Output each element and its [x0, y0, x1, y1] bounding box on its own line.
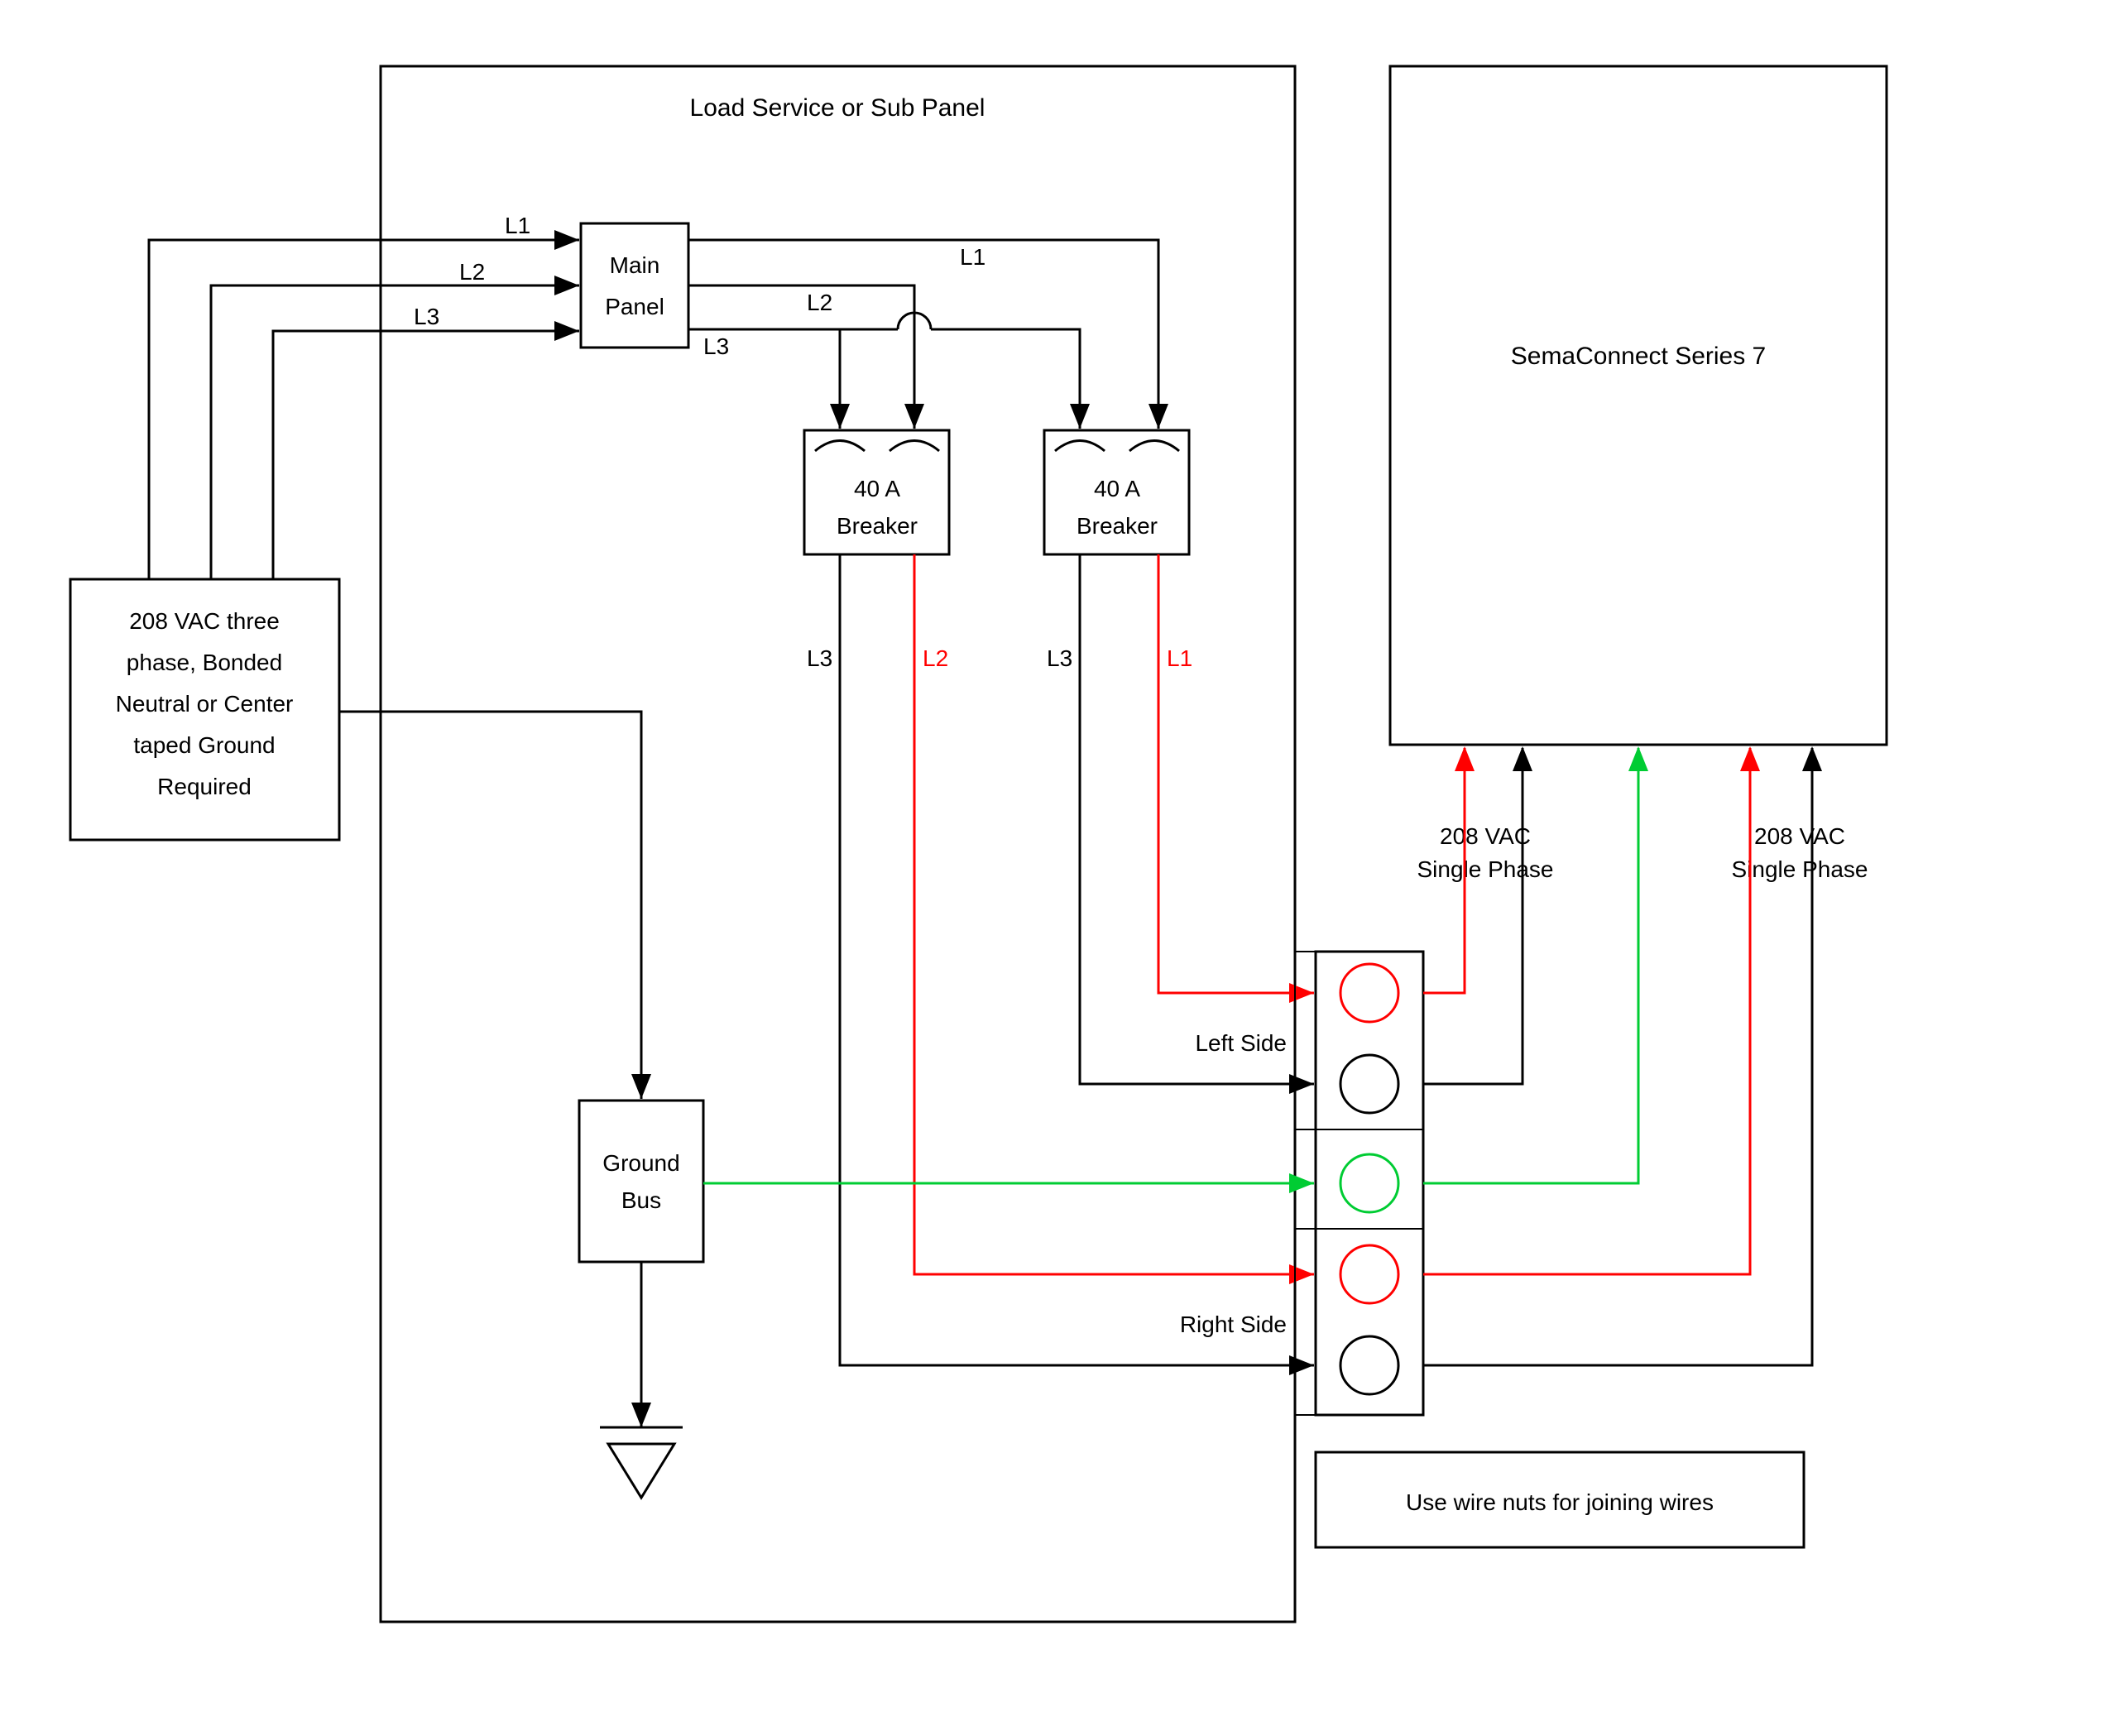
- main-panel-l2: Panel: [605, 294, 664, 319]
- arrow-mp-l1: [1149, 404, 1168, 429]
- arrow-l3-in: [554, 321, 579, 341]
- label-brkB-l3: L3: [1047, 645, 1072, 671]
- arrow-neutral-down: [631, 1074, 651, 1099]
- wiring-diagram: Load Service or Sub Panel 208 VAC three …: [0, 0, 2110, 1736]
- main-panel-box: [581, 223, 688, 348]
- arrow-mp-l3a: [830, 404, 850, 429]
- right-side-box: [1295, 1229, 1423, 1415]
- terminal-2-black: [1340, 1055, 1398, 1113]
- ground-bus-box: [579, 1101, 703, 1262]
- left-side-label: Left Side: [1195, 1030, 1287, 1056]
- arrow-l2-in: [554, 276, 579, 295]
- source-l3: Neutral or Center: [116, 691, 294, 717]
- arrow-t1: [1455, 746, 1475, 771]
- ground-bus-l2: Bus: [621, 1187, 661, 1213]
- terminal-3-green: [1340, 1154, 1398, 1212]
- arrow-brkB-l3: [1289, 1074, 1314, 1094]
- arrow-brkA-l3: [1289, 1355, 1314, 1375]
- left-side-box: [1295, 952, 1423, 1129]
- label-l1-in: L1: [505, 213, 530, 238]
- arrow-t2: [1513, 746, 1532, 771]
- note-text: Use wire nuts for joining wires: [1406, 1489, 1714, 1515]
- terminal-5-black: [1340, 1336, 1398, 1394]
- main-panel-l1: Main: [610, 252, 660, 278]
- ground-bus-l1: Ground: [602, 1150, 679, 1176]
- wire-brkB-l1: [1158, 554, 1314, 993]
- breaker-b-l2: Breaker: [1077, 513, 1158, 539]
- arrow-l1-in: [554, 230, 579, 250]
- terminal-4-red: [1340, 1245, 1398, 1303]
- breaker-a-l1: 40 A: [854, 476, 900, 501]
- breaker-a-arc2: [890, 441, 939, 452]
- breaker-b-arc1: [1055, 441, 1105, 452]
- breaker-a-l2: Breaker: [837, 513, 918, 539]
- wire-neutral-top: [339, 712, 641, 840]
- wire-mp-l3b: [840, 313, 1080, 429]
- arrow-mp-l3b: [1070, 404, 1090, 429]
- wire-brkA-l3: [840, 554, 1314, 1365]
- charger-title: SemaConnect Series 7: [1511, 343, 1767, 370]
- label-mp-l2: L2: [807, 290, 832, 315]
- wire-mp-l1: [688, 240, 1158, 429]
- breaker-b-arc2: [1129, 441, 1179, 452]
- arrow-mp-l2: [904, 404, 924, 429]
- arrow-t5: [1802, 746, 1822, 771]
- terminal-1-red: [1340, 964, 1398, 1022]
- phase2-l1: 208 VAC: [1754, 823, 1845, 849]
- wire-t3-charger: [1423, 748, 1638, 1183]
- right-side-label: Right Side: [1180, 1312, 1287, 1337]
- label-brkB-l1: L1: [1167, 645, 1192, 671]
- label-mp-l1: L1: [960, 244, 985, 270]
- source-l4: taped Ground: [133, 732, 275, 758]
- panel-title: Load Service or Sub Panel: [690, 94, 985, 122]
- wire-brkA-l2: [914, 554, 1314, 1274]
- ground-symbol-icon: [608, 1444, 674, 1498]
- wire-src-l2: [211, 285, 579, 579]
- breaker-b-l1: 40 A: [1094, 476, 1140, 501]
- arrow-t3: [1628, 746, 1648, 771]
- charger-box: [1390, 66, 1887, 745]
- source-l1: 208 VAC three: [129, 608, 280, 634]
- phase1-l2: Single Phase: [1417, 856, 1553, 882]
- wire-src-l1: [149, 240, 579, 579]
- source-l2: phase, Bonded: [127, 650, 282, 675]
- wire-brkB-l3: [1080, 554, 1314, 1084]
- label-l3-in: L3: [414, 304, 439, 329]
- arrow-ground: [631, 1403, 651, 1427]
- wire-t2-charger: [1423, 748, 1523, 1084]
- phase1-l1: 208 VAC: [1440, 823, 1531, 849]
- label-brkA-l3: L3: [807, 645, 832, 671]
- arrow-brkB-l1: [1289, 983, 1314, 1003]
- arrow-green-left: [1289, 1173, 1314, 1193]
- label-brkA-l2: L2: [923, 645, 948, 671]
- arrow-t4: [1740, 746, 1760, 771]
- label-l2-in: L2: [459, 259, 485, 285]
- source-l5: Required: [157, 774, 252, 799]
- left-side-marker: [1295, 956, 1316, 1121]
- phase2-l2: Single Phase: [1731, 856, 1868, 882]
- arrow-brkA-l2: [1289, 1264, 1314, 1284]
- label-mp-l3: L3: [703, 333, 729, 359]
- breaker-a-arc1: [815, 441, 865, 452]
- wire-src-l3: [273, 331, 579, 579]
